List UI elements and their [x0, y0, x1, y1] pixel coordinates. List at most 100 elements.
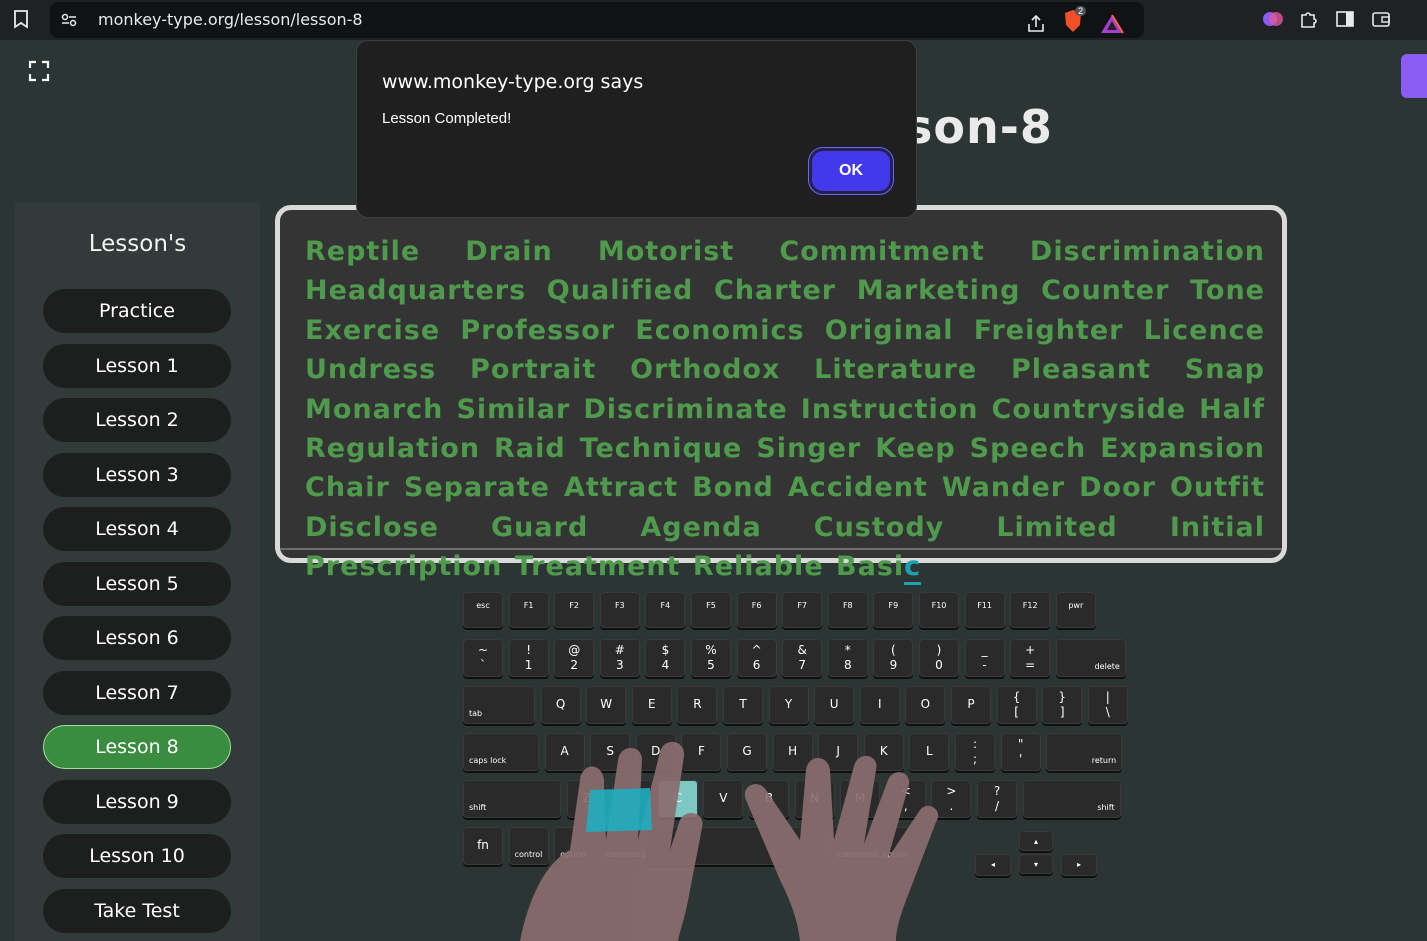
key-esc: esc	[463, 592, 503, 628]
key--: :;	[955, 733, 995, 771]
key-n: N	[794, 780, 835, 818]
key-control: control	[508, 827, 549, 865]
sidebar-item-lesson-10[interactable]: Lesson 10	[43, 834, 231, 878]
key-f5: F5	[691, 592, 731, 628]
ok-button[interactable]: OK	[809, 148, 893, 194]
key--1: ! 1	[508, 639, 549, 677]
side-widget-tab[interactable]	[1401, 54, 1427, 98]
arrow-key: ▾	[1019, 854, 1053, 874]
key-return: return	[1046, 733, 1123, 771]
key-f4: F4	[645, 592, 686, 628]
brave-rewards-icon[interactable]	[1100, 13, 1124, 34]
key-caps-lock: caps lock	[463, 733, 539, 771]
key-b: B	[749, 780, 789, 818]
sidebar-item-lesson-3[interactable]: Lesson 3	[43, 453, 231, 497]
key-space	[645, 827, 826, 865]
key-m: M	[840, 780, 881, 818]
sidebar-item-take-test[interactable]: Take Test	[43, 889, 231, 933]
key-s: S	[590, 733, 631, 771]
typing-text-box[interactable]: Reptile Drain Motorist Commitment Discri…	[275, 205, 1287, 586]
current-char: c	[904, 551, 922, 586]
key--7: & 7	[782, 639, 823, 677]
key-shift: shift	[463, 780, 561, 818]
key-f: F	[681, 733, 722, 771]
key-f6: F6	[736, 592, 777, 628]
key-h: H	[772, 733, 813, 771]
address-bar[interactable]: monkey-type.org/lesson/lesson-8 2	[50, 2, 1144, 38]
key-k: K	[863, 733, 904, 771]
sidebar-title: Lesson's	[88, 231, 187, 257]
key-f12: F12	[1010, 592, 1051, 628]
key-x: X	[612, 780, 653, 818]
alert-dialog: www.monkey-type.org says Lesson Complete…	[356, 40, 917, 218]
key--3: #3	[599, 639, 640, 677]
sidebar-toggle-icon[interactable]	[1334, 8, 1356, 30]
typed-text: Reptile Drain Motorist Commitment Discri…	[305, 236, 1265, 583]
key--: <,	[885, 780, 926, 818]
ai-extension-icon[interactable]	[1262, 8, 1284, 30]
brave-badge: 2	[1075, 6, 1087, 16]
arrow-key: ◂	[975, 854, 1011, 876]
key-j: J	[818, 733, 859, 771]
site-settings-icon[interactable]	[60, 11, 78, 29]
key--: }]	[1042, 686, 1083, 724]
sidebar-item-lesson-2[interactable]: Lesson 2	[43, 398, 231, 442]
key-z: Z	[566, 780, 607, 818]
page-title: son-8	[905, 100, 1053, 154]
key-p: P	[951, 686, 991, 724]
key--6: ^ 6	[736, 639, 777, 677]
key-d: D	[635, 733, 676, 771]
share-icon[interactable]	[1026, 14, 1046, 34]
key-shift: shift	[1022, 780, 1121, 818]
text-box-divider	[280, 548, 1282, 550]
extensions-puzzle-icon[interactable]	[1298, 8, 1320, 30]
key--0: ) 0	[919, 639, 959, 677]
key--: + =	[1010, 639, 1051, 677]
key--: >.	[931, 780, 972, 818]
bookmark-icon[interactable]	[12, 9, 30, 29]
key--2: @2	[554, 639, 595, 677]
key--: | \	[1087, 686, 1128, 724]
key-fn: fn	[463, 827, 503, 865]
sidebar-item-lesson-5[interactable]: Lesson 5	[43, 562, 231, 606]
key--4: $4	[645, 639, 686, 677]
wallet-icon[interactable]	[1370, 8, 1392, 30]
virtual-keyboard: esc F1 F2 F3 F4 F5 F6 F7 F8 F9 F10 F11 F12 pwr ~ `! 1 @2 #…	[463, 592, 1128, 876]
dialog-title: www.monkey-type.org says	[382, 71, 644, 93]
key-f7: F7	[782, 592, 823, 628]
sidebar-item-lesson-8[interactable]: Lesson 8	[43, 725, 231, 769]
sidebar-item-lesson-6[interactable]: Lesson 6	[43, 616, 231, 660]
key-delete: delete	[1055, 639, 1126, 677]
key-e: E	[631, 686, 672, 724]
sidebar-item-lesson-1[interactable]: Lesson 1	[43, 344, 231, 388]
key-o: O	[905, 686, 946, 724]
sidebar-item-lesson-4[interactable]: Lesson 4	[43, 507, 231, 551]
key-l: L	[909, 733, 950, 771]
key-f3: F3	[599, 592, 640, 628]
key--: ~ `	[463, 639, 503, 677]
sidebar-item-lesson-7[interactable]: Lesson 7	[43, 671, 231, 715]
key-w: W	[586, 686, 627, 724]
typing-text: Reptile Drain Motorist Commitment Discri…	[305, 232, 1265, 587]
key-f10: F10	[919, 592, 959, 628]
key-g: G	[727, 733, 767, 771]
key-a: A	[544, 733, 585, 771]
key--8: * 8	[827, 639, 868, 677]
key-f9: F9	[873, 592, 914, 628]
arrow-key: ▴	[1019, 831, 1053, 851]
sidebar-item-practice[interactable]: Practice	[43, 289, 231, 333]
key-pwr: pwr	[1055, 592, 1096, 628]
fullscreen-icon[interactable]	[28, 60, 50, 82]
key-v: V	[703, 780, 744, 818]
key-q: Q	[540, 686, 581, 724]
key-f8: F8	[827, 592, 868, 628]
key--: {[	[996, 686, 1037, 724]
url-text[interactable]: monkey-type.org/lesson/lesson-8	[98, 10, 363, 29]
dialog-message: Lesson Completed!	[382, 110, 512, 127]
key-t: T	[723, 686, 763, 724]
sidebar-item-lesson-9[interactable]: Lesson 9	[43, 780, 231, 824]
key--9: (9	[873, 639, 914, 677]
brave-shields-icon[interactable]: 2	[1062, 6, 1087, 38]
key-f2: F2	[554, 592, 595, 628]
key-f11: F11	[964, 592, 1005, 628]
